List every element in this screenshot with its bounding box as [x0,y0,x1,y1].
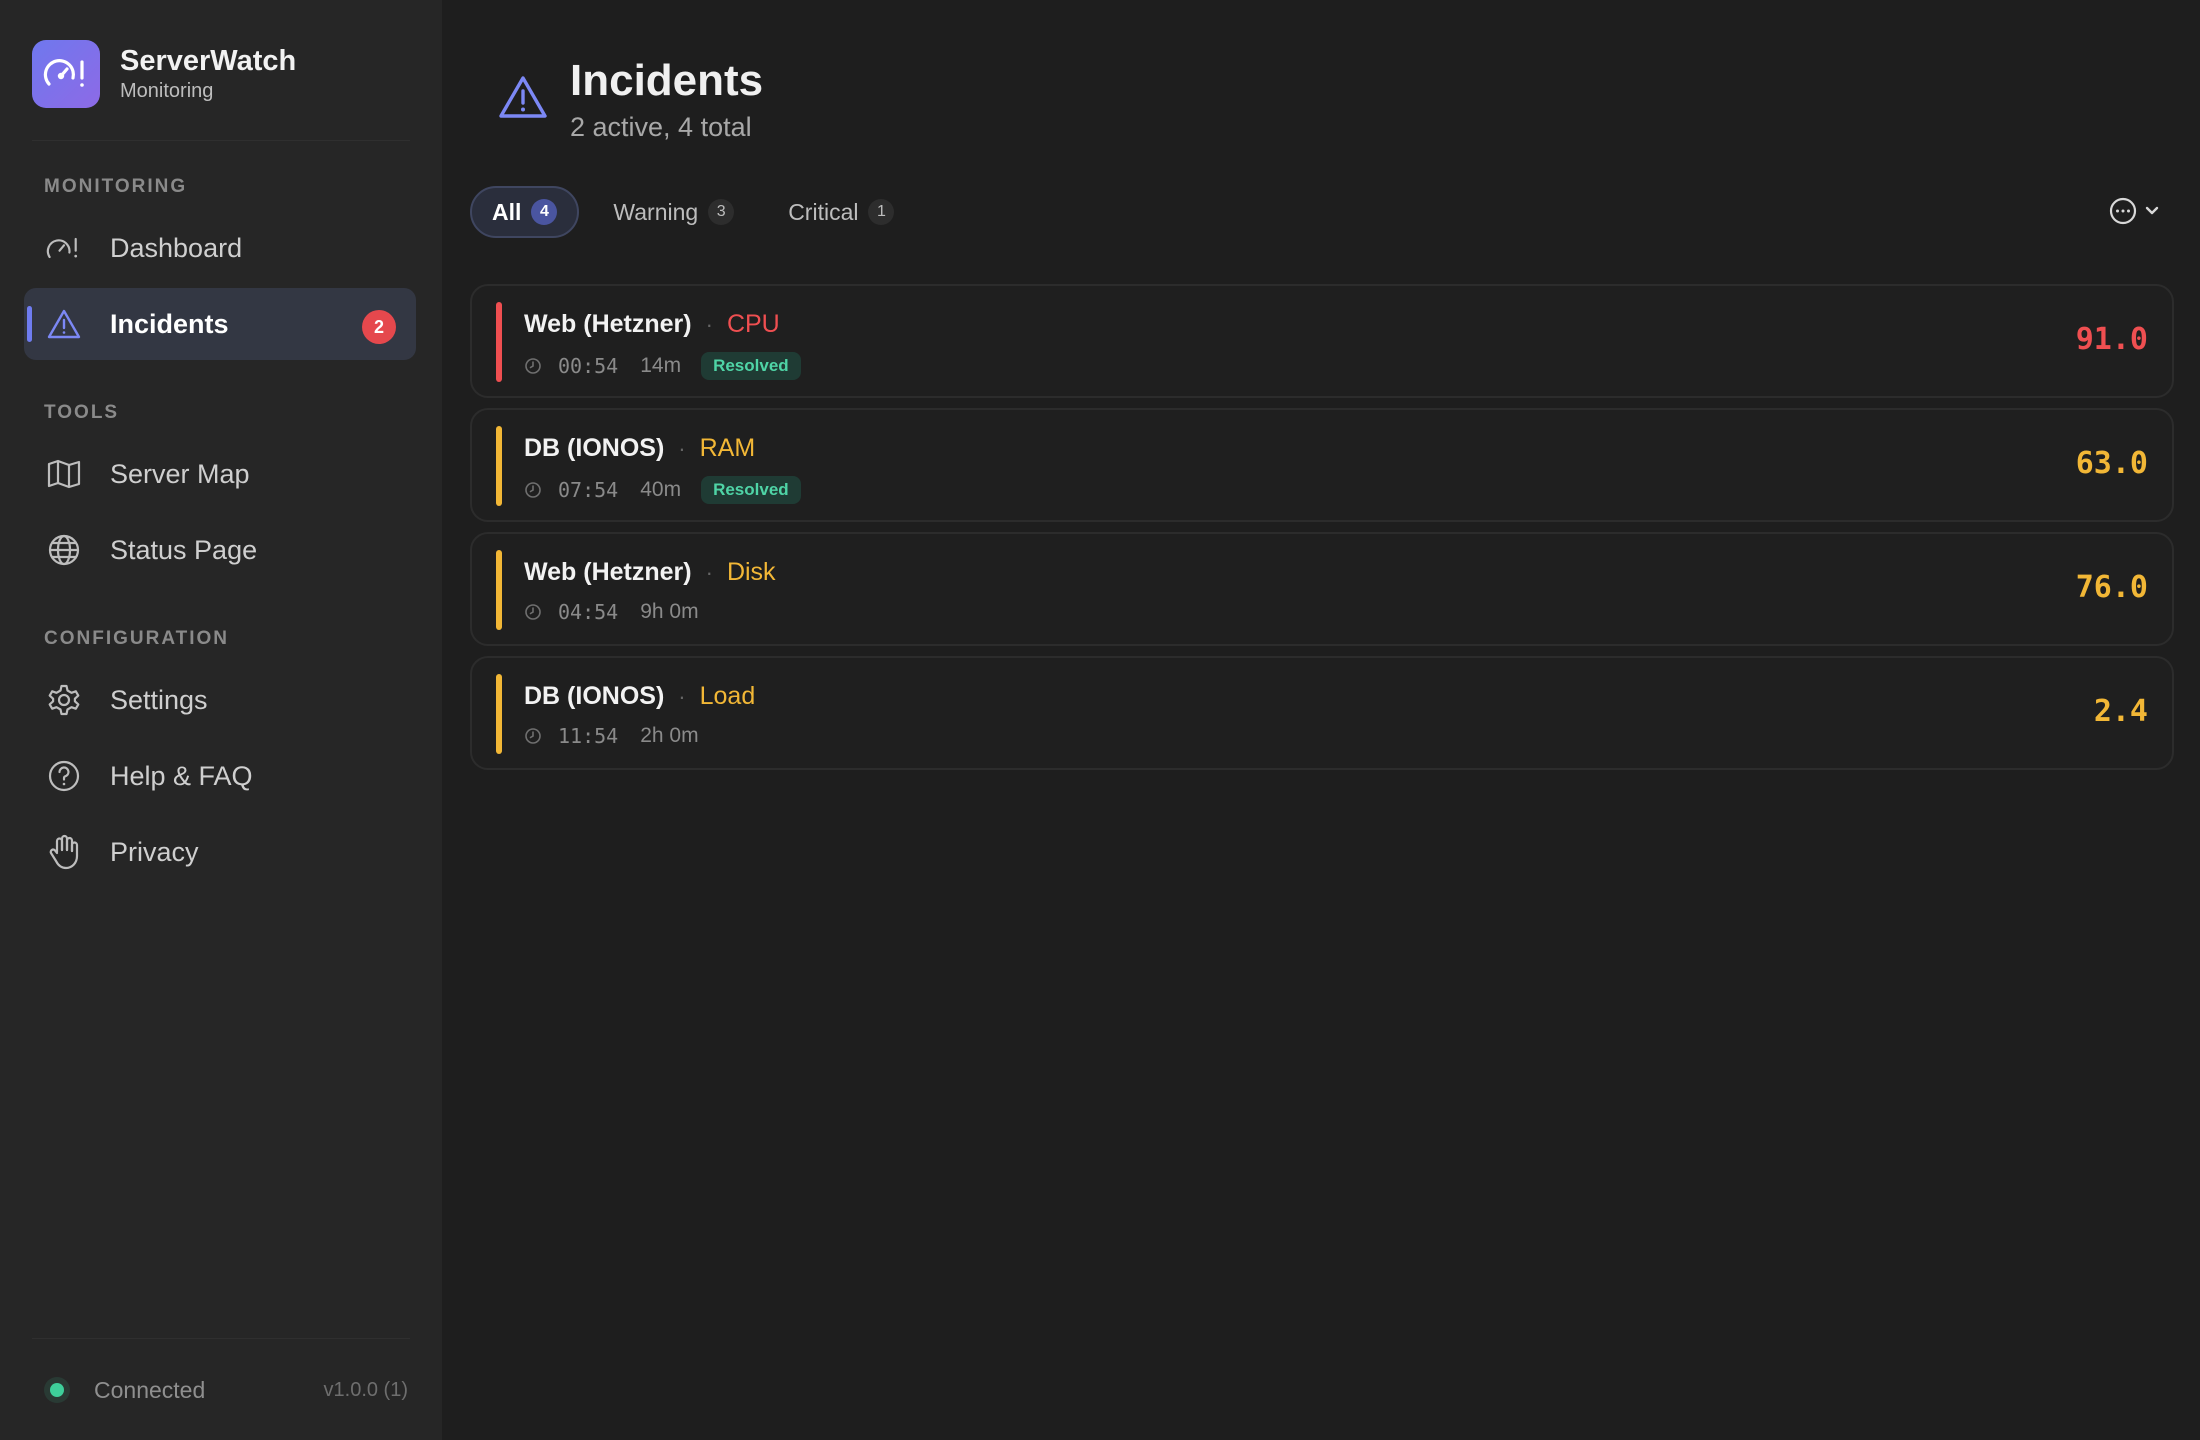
incident-card[interactable]: DB (IONOS) · RAM 07:54 40m Resolved 63.0 [470,408,2174,522]
metric-name: Load [699,682,756,710]
metric-name: RAM [699,434,756,462]
server-name: DB (IONOS) [524,434,665,462]
metric-value: 63.0 [2075,446,2148,481]
filter-tabs: All 4 Warning 3 Critical 1 [470,186,928,238]
incident-duration: 40m [640,478,682,501]
server-name: Web (Hetzner) [524,310,692,338]
severity-indicator [496,550,502,630]
status-badge: Resolved [701,352,801,380]
metric-name: Disk [726,558,776,586]
server-name: Web (Hetzner) [524,558,692,586]
warning-triangle-icon [46,306,82,342]
clock-icon [525,728,541,744]
incident-duration: 2h 0m [640,724,699,747]
metric-value: 76.0 [2075,570,2148,605]
sidebar-item-label: Server Map [110,458,250,489]
incident-duration: 9h 0m [640,600,699,623]
incident-count-badge: 2 [362,310,396,344]
section-label-configuration: CONFIGURATION [44,628,230,649]
divider [32,140,410,141]
separator-dot: · [705,559,713,585]
divider [32,1338,410,1339]
metric-value: 91.0 [2075,322,2148,357]
severity-indicator [496,302,502,382]
question-circle-icon [46,758,82,794]
globe-icon [46,532,82,568]
filter-tab-critical[interactable]: Critical 1 [768,186,914,238]
sidebar-item-privacy[interactable]: Privacy [24,816,416,888]
more-options-button[interactable] [2108,196,2160,226]
app-subtitle: Monitoring [120,80,214,102]
server-name: DB (IONOS) [524,682,665,710]
map-icon [46,456,82,492]
metric-value: 2.4 [2093,694,2148,729]
incident-card[interactable]: Web (Hetzner) · CPU 00:54 14m Resolved 9… [470,284,2174,398]
section-label-monitoring: MONITORING [44,176,188,197]
sidebar-footer: Connected v1.0.0 (1) [0,1340,442,1440]
main-content: Incidents 2 active, 4 total All 4 Warnin… [442,0,2200,1440]
sidebar-item-server-map[interactable]: Server Map [24,438,416,510]
separator-dot: · [678,683,686,709]
gear-icon [46,682,82,718]
incident-list: Web (Hetzner) · CPU 00:54 14m Resolved 9… [470,284,2174,780]
incident-time: 11:54 [558,724,619,748]
clock-icon [525,604,541,620]
separator-dot: · [678,435,686,461]
gauge-alert-icon [32,40,100,108]
sidebar-item-label: Privacy [110,836,199,867]
brand: ServerWatch Monitoring [32,40,296,108]
filter-count: 1 [868,199,895,225]
active-indicator [27,306,32,342]
sidebar-item-settings[interactable]: Settings [24,664,416,736]
incident-time: 04:54 [558,600,619,624]
connection-status-dot [50,1383,64,1397]
sidebar-item-label: Incidents [110,308,229,339]
status-badge: Resolved [701,476,801,504]
sidebar-item-label: Help & FAQ [110,760,253,791]
sidebar-item-incidents[interactable]: Incidents 2 [24,288,416,360]
hand-icon [46,834,82,870]
connection-status: Connected [94,1377,206,1403]
incident-time: 07:54 [558,478,619,502]
metric-name: CPU [726,310,780,338]
filter-label: Warning [613,198,699,225]
filter-tab-warning[interactable]: Warning 3 [593,186,754,238]
sidebar-item-help[interactable]: Help & FAQ [24,740,416,812]
sidebar-item-label: Dashboard [110,232,243,263]
separator-dot: · [705,311,713,337]
incident-card[interactable]: DB (IONOS) · Load 11:54 2h 0m 2.4 [470,656,2174,770]
filter-label: Critical [788,198,859,225]
chevron-down-icon [2145,206,2159,215]
section-label-tools: TOOLS [44,402,120,423]
gauge-alert-icon [46,230,82,266]
sidebar-item-label: Settings [110,684,208,715]
clock-icon [525,482,541,498]
app-name: ServerWatch [120,45,297,77]
warning-triangle-icon [498,74,548,124]
incident-time: 00:54 [558,354,619,378]
app-version: v1.0.0 (1) [323,1379,408,1401]
filter-tab-all[interactable]: All 4 [470,186,580,238]
filter-count: 4 [531,199,558,225]
sidebar-item-status-page[interactable]: Status Page [24,514,416,586]
page-subtitle: 2 active, 4 total [570,112,752,142]
filter-count: 3 [708,199,735,225]
severity-indicator [496,426,502,506]
ellipsis-circle-icon [2109,197,2137,225]
sidebar: ServerWatch Monitoring MONITORING Dashbo… [0,0,442,1440]
page-title: Incidents [570,56,764,105]
filter-label: All [492,198,522,225]
clock-icon [525,358,541,374]
sidebar-item-label: Status Page [110,534,258,565]
severity-indicator [496,674,502,754]
incident-duration: 14m [640,354,682,377]
sidebar-item-dashboard[interactable]: Dashboard [24,212,416,284]
incident-card[interactable]: Web (Hetzner) · Disk 04:54 9h 0m 76.0 [470,532,2174,646]
